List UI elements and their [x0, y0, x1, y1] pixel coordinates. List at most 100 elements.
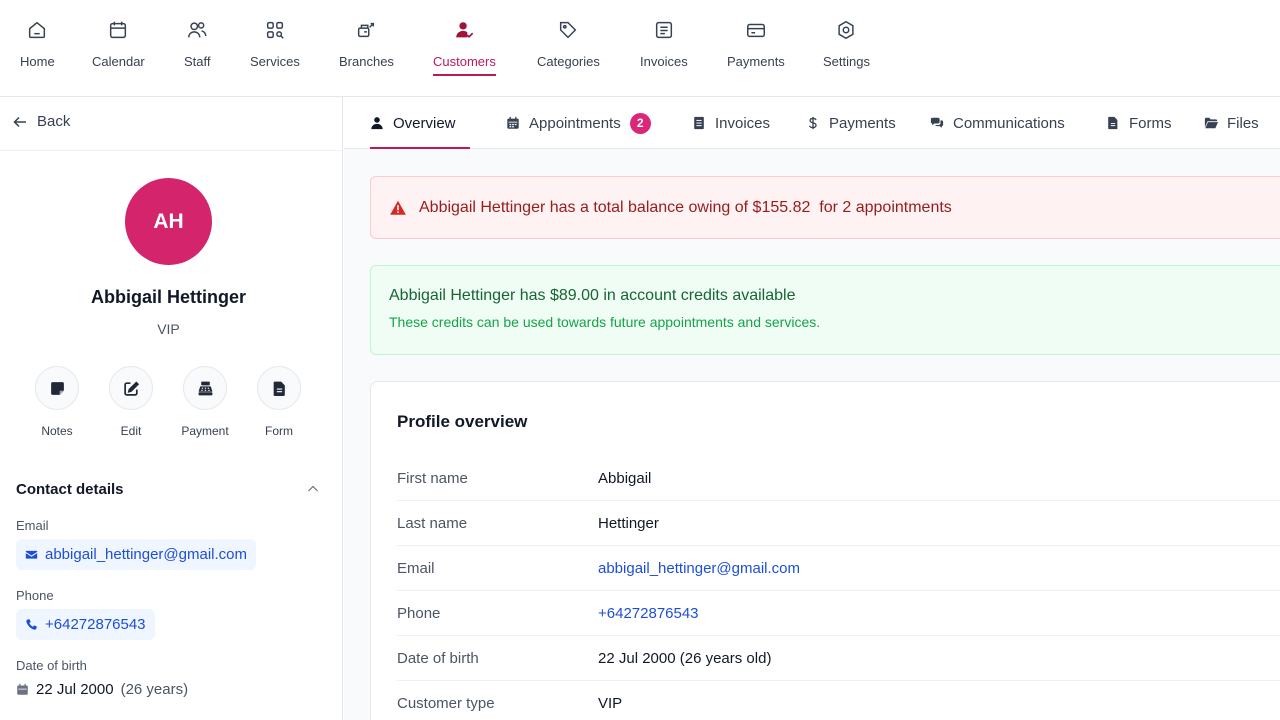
row-label: First name	[397, 469, 468, 487]
customer-tabs: Overview Appointments 2 Invoices Payment…	[344, 97, 1280, 149]
register-icon	[183, 366, 227, 410]
nav-staff[interactable]: Staff	[184, 18, 211, 80]
divider	[0, 150, 342, 151]
main-content: Overview Appointments 2 Invoices Payment…	[344, 97, 1280, 720]
tab-files[interactable]: Files	[1204, 97, 1259, 149]
dob-label: Date of birth	[16, 658, 87, 673]
profile-row: First name Abbigail	[397, 456, 1280, 501]
notes-button[interactable]: Notes	[22, 366, 92, 438]
tab-payments[interactable]: Payments	[806, 97, 896, 149]
nav-invoices[interactable]: Invoices	[640, 18, 688, 80]
file-icon	[257, 366, 301, 410]
phone-value: +64272876543	[45, 616, 146, 633]
row-value: 22 Jul 2000 (26 years old)	[598, 649, 772, 667]
nav-label: Invoices	[640, 54, 688, 69]
tab-communications[interactable]: Communications	[930, 97, 1065, 149]
row-label: Last name	[397, 514, 468, 532]
credits-alert-title: Abbigail Hettinger has $89.00 in account…	[389, 287, 796, 304]
edit-label: Edit	[120, 424, 142, 438]
nav-label: Home	[20, 54, 55, 69]
back-label: Back	[37, 113, 71, 130]
nav-calendar[interactable]: Calendar	[92, 18, 145, 80]
balance-alert-text: Abbigail Hettinger has a total balance o…	[419, 198, 952, 216]
nav-settings[interactable]: Settings	[823, 18, 870, 80]
tab-overview[interactable]: Overview	[370, 97, 470, 149]
tab-label: Files	[1227, 114, 1259, 132]
profile-row: Customer type VIP	[397, 681, 1280, 720]
calendar-icon	[507, 116, 519, 129]
invoice-icon	[694, 116, 704, 130]
credits-alert-subtitle: These credits can be used towards future…	[389, 314, 821, 330]
folder-icon	[1204, 117, 1218, 129]
tab-label: Communications	[953, 114, 1065, 132]
avatar: AH	[125, 178, 212, 265]
row-label: Phone	[397, 604, 441, 622]
email-label: Email	[16, 518, 49, 533]
nav-home[interactable]: Home	[20, 18, 55, 80]
nav-label: Settings	[823, 54, 870, 69]
customers-icon	[452, 18, 476, 42]
nav-label: Calendar	[92, 54, 145, 69]
row-value: Abbigail	[598, 469, 652, 487]
payment-label: Payment	[181, 424, 229, 438]
email-link[interactable]: abbigail_hettinger@gmail.com	[598, 560, 800, 577]
calendar-icon	[106, 18, 130, 42]
staff-icon	[185, 18, 209, 42]
nav-label: Branches	[339, 54, 394, 69]
profile-overview-title: Profile overview	[397, 412, 528, 431]
tab-label: Overview	[393, 114, 456, 132]
user-icon	[371, 117, 383, 130]
envelope-icon	[25, 550, 38, 559]
phone-label: Phone	[16, 588, 54, 603]
balance-alert: Abbigail Hettinger has a total balance o…	[370, 176, 1280, 239]
contact-details-title: Contact details	[16, 481, 124, 498]
edit-icon	[109, 366, 153, 410]
calendar-icon	[17, 683, 28, 695]
nav-branches[interactable]: Branches	[339, 18, 394, 80]
tab-forms[interactable]: Forms	[1106, 97, 1172, 149]
tab-label: Appointments	[529, 114, 621, 132]
edit-button[interactable]: Edit	[96, 366, 166, 438]
payment-button[interactable]: Payment	[170, 366, 240, 438]
nav-label: Customers	[433, 54, 496, 69]
profile-row: Email abbigail_hettinger@gmail.com	[397, 546, 1280, 591]
profile-row: Phone +64272876543	[397, 591, 1280, 636]
row-label: Date of birth	[397, 649, 479, 667]
warning-icon	[390, 200, 406, 215]
nav-categories[interactable]: Categories	[537, 18, 600, 80]
phone-link[interactable]: +64272876543	[598, 605, 699, 622]
tab-label: Payments	[829, 114, 896, 132]
email-value: abbigail_hettinger@gmail.com	[45, 546, 248, 563]
tab-appointments[interactable]: Appointments 2	[506, 97, 651, 149]
card-icon	[744, 18, 768, 42]
tag-icon	[556, 18, 580, 42]
customer-sidebar: Back AH Abbigail Hettinger VIP Notes Edi…	[0, 97, 343, 720]
appointments-count-badge: 2	[629, 112, 651, 134]
nav-label: Payments	[727, 54, 785, 69]
note-icon	[35, 366, 79, 410]
nav-services[interactable]: Services	[250, 18, 300, 80]
nav-payments[interactable]: Payments	[727, 18, 785, 80]
chat-icon	[930, 117, 944, 128]
tab-label: Invoices	[715, 114, 771, 132]
home-icon	[25, 18, 49, 42]
gear-icon	[834, 18, 858, 42]
tab-label: Forms	[1129, 114, 1172, 132]
nav-label: Categories	[537, 54, 600, 69]
form-button[interactable]: Form	[244, 366, 314, 438]
phone-icon	[26, 619, 37, 630]
top-navigation: Home Calendar Staff Services Branches Cu…	[0, 0, 1280, 97]
services-icon	[263, 18, 287, 42]
nav-customers[interactable]: Customers	[433, 18, 496, 80]
form-label: Form	[265, 424, 293, 438]
email-link[interactable]: abbigail_hettinger@gmail.com	[16, 539, 257, 570]
row-value: VIP	[598, 694, 623, 712]
credits-alert: Abbigail Hettinger has $89.00 in account…	[370, 265, 1280, 355]
nav-label: Services	[250, 54, 300, 69]
tab-invoices[interactable]: Invoices	[692, 97, 770, 149]
nav-label: Staff	[184, 54, 211, 69]
chevron-up-icon[interactable]	[305, 481, 321, 497]
phone-link[interactable]: +64272876543	[16, 609, 155, 640]
back-button[interactable]: Back	[12, 113, 70, 130]
invoice-icon	[652, 18, 676, 42]
